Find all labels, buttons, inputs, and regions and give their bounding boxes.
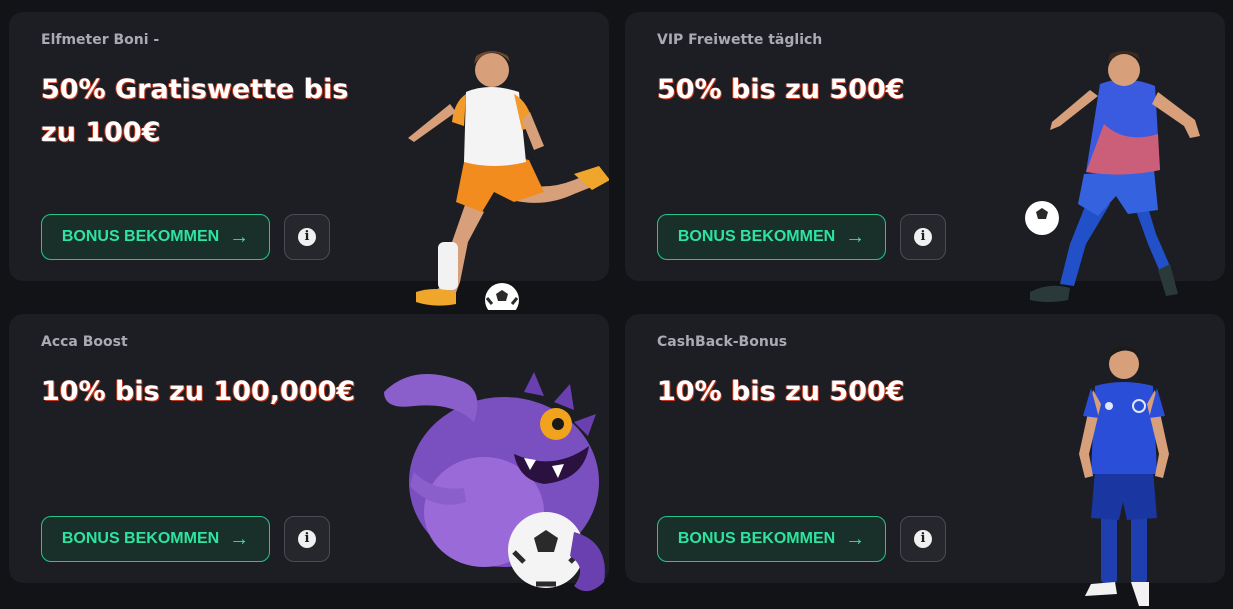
arrow-right-icon: → bbox=[229, 528, 250, 550]
button-label: BONUS BEKOMMEN bbox=[61, 228, 220, 245]
arrow-right-icon: → bbox=[845, 226, 866, 248]
get-bonus-button[interactable]: BONUS BEKOMMEN → bbox=[657, 516, 886, 562]
card-headline: 50% Gratiswette bis zu 100€ bbox=[41, 74, 349, 148]
info-button[interactable]: i bbox=[900, 516, 946, 562]
card-subtitle: CashBack-Bonus bbox=[657, 334, 788, 350]
card-headline: 50% bis zu 500€ bbox=[657, 74, 905, 105]
bonus-card-acca-boost: Acca Boost 10% bis zu 100,000€ BONUS BEK… bbox=[9, 314, 609, 592]
button-label: BONUS BEKOMMEN bbox=[61, 530, 220, 547]
button-label: BONUS BEKOMMEN bbox=[677, 530, 836, 547]
arrow-right-icon: → bbox=[229, 226, 250, 248]
arrow-right-icon: → bbox=[845, 528, 866, 550]
get-bonus-button[interactable]: BONUS BEKOMMEN → bbox=[41, 214, 270, 260]
info-icon: i bbox=[298, 228, 316, 246]
footballer-blue-kit-illustration bbox=[1025, 51, 1200, 302]
info-icon: i bbox=[298, 530, 316, 548]
bonus-card-cashback: CashBack-Bonus 10% bis zu 500€ BONUS BEK… bbox=[625, 314, 1225, 606]
info-button[interactable]: i bbox=[284, 516, 330, 562]
footballer-standing-illustration bbox=[1079, 347, 1169, 606]
bonus-card-vip: VIP Freiwette täglich 50% bis zu 500€ BO… bbox=[625, 12, 1225, 302]
info-icon: i bbox=[914, 228, 932, 246]
info-icon: i bbox=[914, 530, 932, 548]
purple-monster-illustration bbox=[384, 372, 605, 592]
card-headline: 10% bis zu 100,000€ bbox=[41, 376, 356, 407]
card-subtitle: Elfmeter Boni - bbox=[41, 32, 160, 48]
get-bonus-button[interactable]: BONUS BEKOMMEN → bbox=[657, 214, 886, 260]
info-button[interactable]: i bbox=[900, 214, 946, 260]
card-subtitle: Acca Boost bbox=[41, 334, 128, 350]
footballer-kicking-illustration bbox=[408, 51, 609, 310]
get-bonus-button[interactable]: BONUS BEKOMMEN → bbox=[41, 516, 270, 562]
bonus-card-penalty: Elfmeter Boni - 50% Gratiswette bis zu 1… bbox=[9, 12, 609, 310]
button-label: BONUS BEKOMMEN bbox=[677, 228, 836, 245]
card-subtitle: VIP Freiwette täglich bbox=[657, 32, 823, 48]
card-headline: 10% bis zu 500€ bbox=[657, 376, 905, 407]
info-button[interactable]: i bbox=[284, 214, 330, 260]
